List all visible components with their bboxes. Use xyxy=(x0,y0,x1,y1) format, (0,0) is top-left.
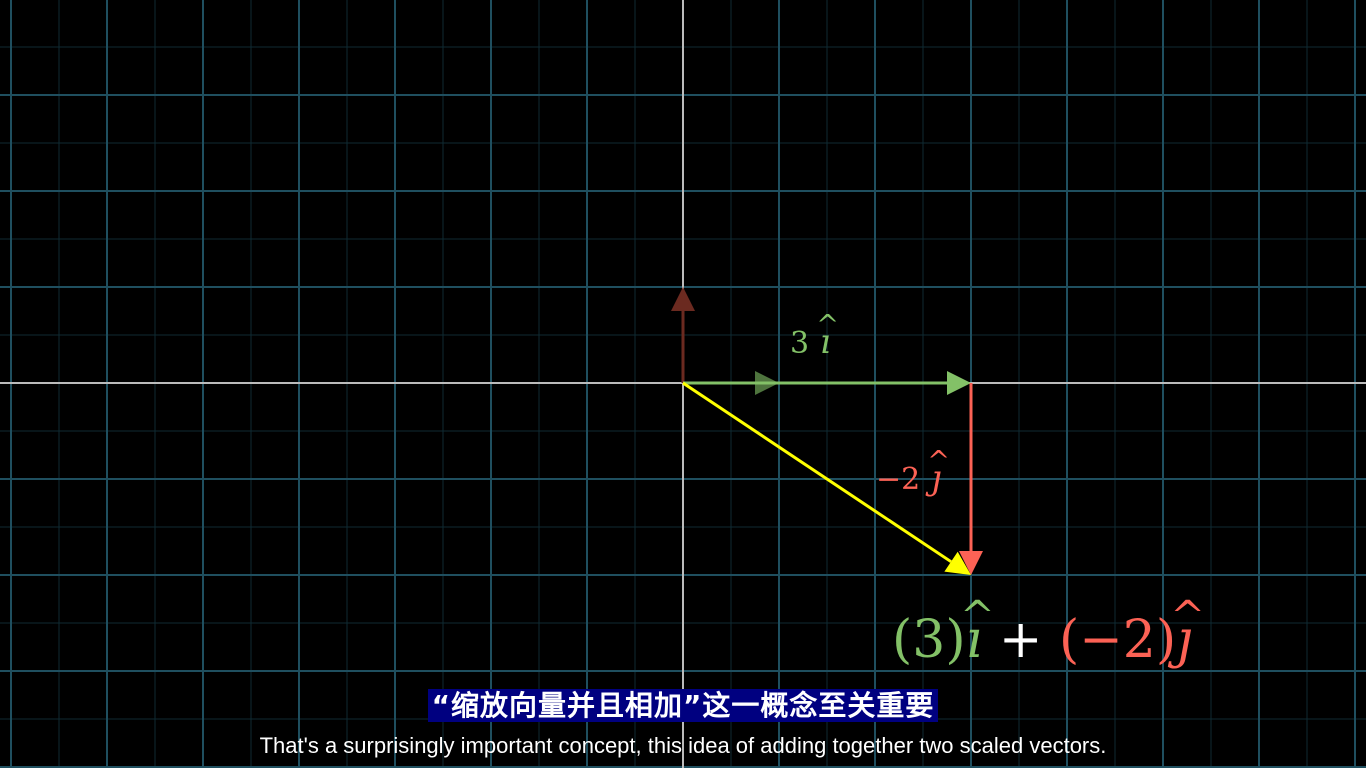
expr-j-hat: ȷ xyxy=(1176,610,1192,670)
expr-coef-neg2: (−2) xyxy=(1058,610,1177,670)
expr-coef-3: (3) xyxy=(892,610,966,670)
scaled-j-hat-label: −2 ȷ xyxy=(876,458,942,498)
linear-combination-expression: (3)ı + (−2)ȷ xyxy=(892,610,1192,670)
subtitle-english: That's a surprisingly important concept,… xyxy=(259,733,1107,758)
i-hat-symbol: ı xyxy=(820,322,831,362)
expr-i-hat: ı xyxy=(966,610,983,670)
j-hat-symbol: ȷ xyxy=(931,458,942,498)
expr-plus: + xyxy=(998,610,1043,670)
scaled-i-hat-vector-head xyxy=(947,371,971,395)
video-frame: 3 ı −2 ȷ (3)ı + (−2)ȷ “缩放向量并且相加”这一概念至关重要… xyxy=(0,0,1366,768)
j-hat-basis-vector-head xyxy=(671,287,695,311)
subtitle-chinese: “缩放向量并且相加”这一概念至关重要 xyxy=(0,684,1366,724)
scaled-i-hat-label: 3 ı xyxy=(790,322,831,362)
